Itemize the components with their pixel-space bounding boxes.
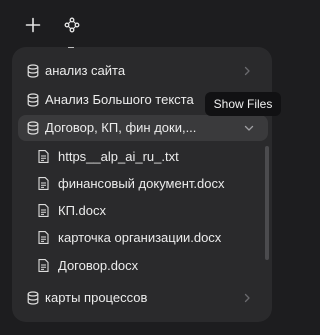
kb-item-label: карты процессов — [45, 290, 148, 305]
database-icon — [27, 93, 39, 107]
file-item[interactable]: финансовый документ.docx — [12, 171, 262, 197]
chevron-right-icon — [244, 66, 250, 76]
nodes-icon — [64, 17, 80, 33]
knowledge-base-dropdown: анализ сайта Анализ Большого текста Дого… — [12, 47, 272, 322]
database-icon — [27, 121, 39, 135]
file-label: https__alp_ai_ru_.txt — [58, 149, 179, 164]
file-label: Договор.docx — [58, 258, 139, 273]
file-item[interactable]: https__alp_ai_ru_.txt — [12, 144, 262, 170]
file-icon — [38, 204, 49, 217]
file-icon — [38, 150, 49, 163]
database-icon — [27, 64, 39, 78]
kb-item-label: анализ сайта — [45, 63, 126, 78]
top-toolbar — [0, 0, 288, 48]
file-icon — [38, 177, 49, 190]
file-item[interactable]: карточка организации.docx — [12, 225, 262, 251]
file-icon — [38, 259, 49, 272]
chevron-right-icon — [244, 293, 250, 303]
kb-item-process-maps[interactable]: карты процессов — [12, 285, 272, 311]
clipped-item-above — [68, 47, 86, 51]
kb-item-label: Анализ Большого текста — [45, 92, 194, 107]
file-label: карточка организации.docx — [58, 230, 222, 245]
file-item[interactable]: КП.docx — [12, 198, 262, 224]
show-files-tooltip: Show Files — [205, 92, 281, 116]
kb-item-label: Договор, КП, фин доки,... — [45, 120, 197, 135]
file-label: финансовый документ.docx — [58, 176, 225, 191]
kb-item-contracts-selected[interactable]: Договор, КП, фин доки,... — [18, 115, 268, 141]
scrollbar[interactable] — [265, 146, 269, 260]
chevron-down-icon[interactable] — [244, 123, 254, 133]
file-icon — [38, 231, 49, 244]
graph-button[interactable] — [61, 14, 83, 36]
add-button[interactable] — [22, 14, 44, 36]
database-icon — [27, 291, 39, 305]
file-label: КП.docx — [58, 203, 106, 218]
file-item[interactable]: Договор.docx — [12, 253, 262, 279]
kb-item-site-analysis[interactable]: анализ сайта — [12, 58, 272, 84]
plus-icon — [25, 17, 41, 33]
